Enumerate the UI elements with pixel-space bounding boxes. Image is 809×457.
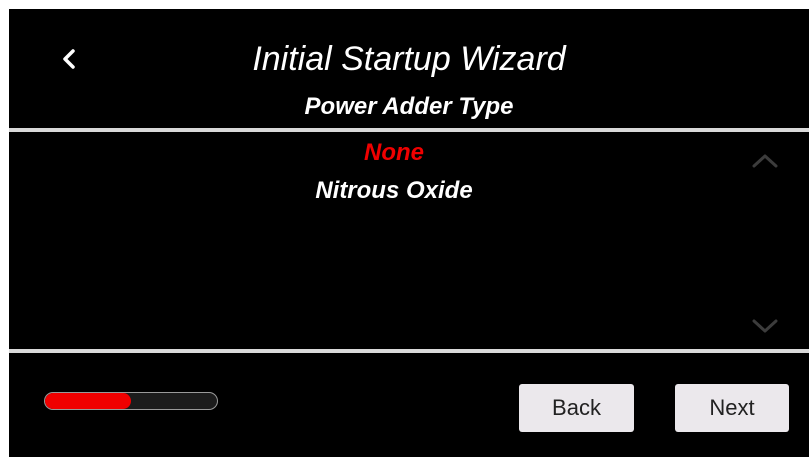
option-list[interactable]: None Nitrous Oxide [9,133,809,348]
back-button[interactable]: Back [519,384,634,432]
wizard-screen: Initial Startup Wizard Power Adder Type … [9,9,809,457]
chevron-down-icon[interactable] [749,316,781,336]
bottom-divider [9,349,809,353]
wizard-progress-fill [45,393,131,409]
next-button[interactable]: Next [675,384,789,432]
page-title: Initial Startup Wizard [252,40,566,78]
page-subtitle: Power Adder Type [304,93,514,120]
option-none[interactable]: None [9,138,779,168]
top-divider [9,128,809,132]
chevron-up-icon[interactable] [749,151,781,171]
wizard-progress-bar [44,392,218,410]
option-nitrous-oxide[interactable]: Nitrous Oxide [9,176,779,206]
